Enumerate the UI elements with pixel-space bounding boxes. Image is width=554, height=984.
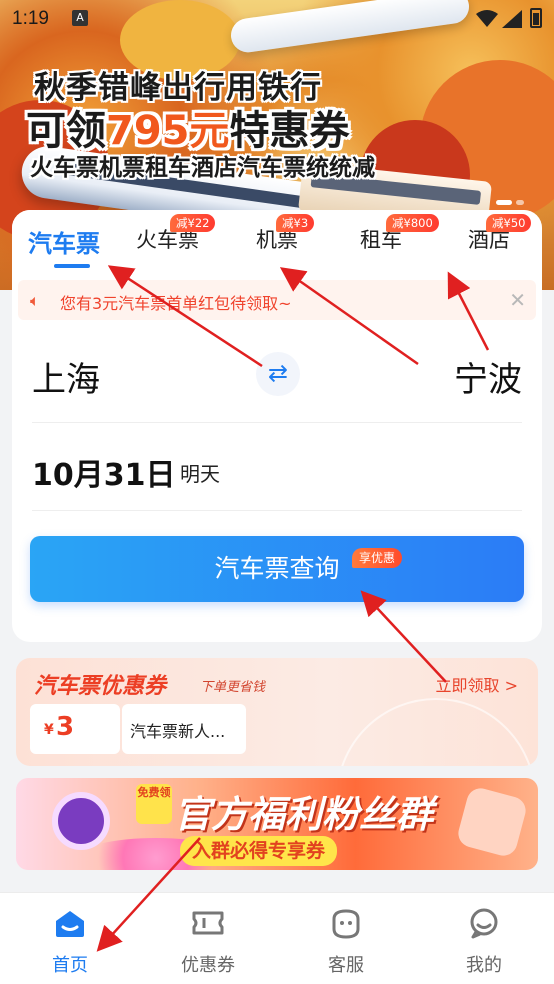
discount-badge: 减¥3: [276, 214, 315, 232]
claim-coupon-link[interactable]: 立即领取 >: [436, 672, 519, 696]
departure-date[interactable]: 10月31日: [32, 450, 176, 494]
tab-label: 汽车票: [28, 230, 100, 258]
nav-label: 优惠券: [181, 955, 235, 976]
decoration-circle: [336, 698, 536, 766]
fan-group-banner[interactable]: 免费领 官方福利粉丝群 入群必得专享券: [16, 778, 538, 870]
discount-badge: 减¥50: [486, 214, 532, 232]
notification-icon: A: [72, 10, 88, 26]
status-bar: 1:19 A: [0, 0, 554, 36]
speaker-icon: 🔈︎: [30, 291, 40, 310]
coupon-amount-card[interactable]: ¥ 3: [30, 704, 120, 754]
close-icon[interactable]: ✕: [509, 288, 526, 312]
category-tabs: 汽车票 减¥22 火车票 减¥3 机票 减¥800 租车 减¥50 酒店: [12, 210, 542, 272]
fan-banner-subtitle: 入群必得专享券: [180, 836, 338, 866]
ticket-icon: [192, 911, 224, 935]
coupon-section: 汽车票优惠券 下单更省钱 立即领取 > ¥ 3 汽车票新人...: [16, 658, 538, 766]
coupon-name: 汽车票新人...: [130, 722, 226, 741]
coupon-notice-bar[interactable]: 🔈︎ 您有3元汽车票首单红包待领取~ ✕: [18, 280, 536, 320]
wifi-icon: [476, 10, 498, 27]
booking-card: 汽车票 减¥22 火车票 减¥3 机票 减¥800 租车 减¥50 酒店 🔈︎ …: [12, 210, 542, 642]
tab-train-ticket[interactable]: 减¥22 火车票: [136, 214, 216, 254]
coupon-subtitle: 下单更省钱: [200, 680, 266, 695]
fan-banner-title: 官方福利粉丝群: [174, 793, 433, 836]
divider: [32, 422, 522, 423]
carousel-dot: [516, 200, 524, 205]
discount-badge: 减¥800: [386, 214, 439, 232]
nav-home[interactable]: 首页: [30, 905, 110, 977]
gift-decoration: [455, 785, 529, 859]
date-relative-label[interactable]: 明天: [180, 458, 220, 487]
tab-bus-ticket[interactable]: 汽车票: [28, 224, 100, 259]
nav-label: 我的: [466, 955, 502, 976]
home-icon: [56, 911, 84, 937]
nav-label: 首页: [52, 955, 88, 976]
discount-badge: 享优惠: [352, 548, 403, 568]
departure-city[interactable]: 上海: [32, 352, 100, 401]
currency-symbol: ¥: [44, 722, 54, 738]
profile-icon: [470, 908, 498, 939]
customer-service-icon: [332, 909, 360, 939]
tab-hotel[interactable]: 减¥50 酒店: [468, 214, 532, 254]
status-time: 1:19: [12, 8, 49, 29]
swap-cities-button[interactable]: ⇄: [256, 352, 300, 396]
coupon-name-card[interactable]: 汽车票新人...: [122, 704, 246, 754]
hero-line3: 火车票机票租车酒店汽车票统统减: [30, 155, 375, 181]
tab-car-rental[interactable]: 减¥800 租车: [360, 214, 439, 254]
notice-text: 您有3元汽车票首单红包待领取~: [60, 294, 292, 313]
swap-icon: ⇄: [267, 359, 289, 387]
logo-icon: [52, 792, 110, 850]
tab-flight-ticket[interactable]: 减¥3 机票: [256, 214, 315, 254]
bottom-navigation: 首页 优惠券 客服 我的: [0, 892, 554, 984]
nav-coupons[interactable]: 优惠券: [168, 905, 248, 977]
nav-customer-service[interactable]: 客服: [306, 905, 386, 977]
battery-icon: [530, 8, 542, 28]
carousel-dot-active: [496, 200, 512, 205]
coupon-amount: 3: [56, 712, 75, 742]
carousel-indicator: [496, 200, 524, 205]
nav-profile[interactable]: 我的: [444, 905, 524, 977]
arrival-city[interactable]: 宁波: [454, 352, 522, 401]
tab-underline: [54, 264, 90, 268]
signal-icon: [502, 10, 522, 28]
nav-label: 客服: [328, 955, 364, 976]
search-bus-tickets-button[interactable]: 汽车票查询: [30, 536, 524, 602]
coupon-title: 汽车票优惠券: [34, 674, 167, 699]
divider: [32, 510, 522, 511]
discount-badge: 减¥22: [170, 214, 216, 232]
free-tag: 免费领: [136, 784, 172, 824]
